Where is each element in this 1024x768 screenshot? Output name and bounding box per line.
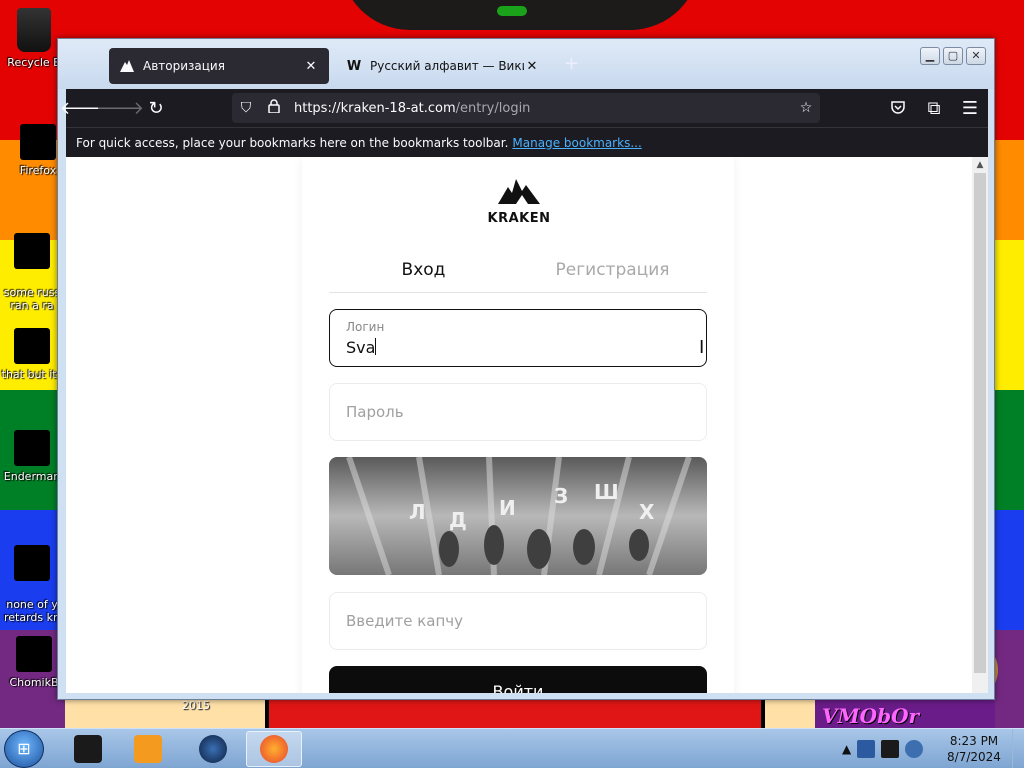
kraken-logo: KRAKEN	[486, 177, 552, 227]
minimize-button[interactable]: ▁	[920, 47, 940, 65]
firefox-icon	[260, 735, 288, 763]
captcha-char: Ш	[594, 480, 619, 504]
show-desktop-button[interactable]	[1012, 729, 1024, 768]
login-label: Логин	[346, 320, 385, 334]
captcha-placeholder: Введите капчу	[346, 612, 464, 630]
scroll-up-icon[interactable]: ▲	[972, 157, 988, 173]
file-icon	[14, 328, 50, 364]
login-card: KRAKEN Вход Регистрация Логин Sva I Паро…	[302, 157, 734, 693]
close-window-button[interactable]: ✕	[966, 47, 986, 65]
bookmarks-toolbar: For quick access, place your bookmarks h…	[66, 127, 988, 157]
captcha-char: Л	[409, 500, 426, 524]
start-button[interactable]: ⊞	[4, 730, 44, 768]
tab-register[interactable]: Регистрация	[518, 255, 707, 292]
system-tray: ▲	[842, 729, 952, 768]
file-icon	[14, 233, 50, 269]
clock-time: 8:23 PM	[949, 734, 999, 748]
captcha-image: Л Д И З Ш Х	[329, 457, 707, 575]
password-placeholder: Пароль	[346, 403, 404, 421]
bookmark-star-icon[interactable]: ☆	[792, 100, 820, 116]
taskbar-globe-app[interactable]	[185, 731, 241, 767]
tab-title: Русский алфавит — Википеди	[370, 59, 524, 73]
wikipedia-icon: W	[346, 58, 362, 74]
desktop-icon-label: Enderman	[3, 470, 61, 483]
close-icon[interactable]: ✕	[524, 59, 540, 74]
url-bar[interactable]: ⛉ https://kraken-18-at.com/entry/login ☆	[232, 93, 820, 123]
captcha-char: З	[554, 484, 568, 508]
password-field[interactable]: Пароль	[329, 383, 707, 441]
browser-window: Авторизация ✕ W Русский алфавит — Википе…	[57, 38, 995, 700]
wallpaper-year-text: 2015	[182, 699, 210, 712]
bookmarks-message: For quick access, place your bookmarks h…	[76, 135, 509, 150]
tray-action-center-icon[interactable]	[857, 740, 876, 758]
file-icon	[14, 545, 50, 581]
media-player-icon	[134, 735, 162, 763]
scrollbar-thumb[interactable]	[974, 173, 986, 673]
ibeam-cursor-icon: I	[699, 337, 705, 358]
taskbar-app-1[interactable]	[60, 731, 116, 767]
kraken-icon	[119, 58, 135, 74]
firefox-icon	[20, 124, 56, 160]
shield-icon[interactable]: ⛉	[232, 100, 260, 116]
pocket-icon[interactable]	[880, 89, 916, 127]
kraken-logo-icon	[498, 179, 540, 204]
recycle-bin-icon	[17, 8, 51, 52]
desktop-icon-label: none of y retards kn	[4, 598, 60, 624]
wallpaper-strip-red	[265, 700, 765, 728]
tray-volume-icon[interactable]	[905, 740, 924, 758]
forward-button[interactable]: 🡒	[96, 89, 144, 127]
desktop-icon-label: that but its	[1, 368, 63, 381]
captcha-char: Х	[639, 500, 655, 524]
login-field[interactable]: Логин Sva	[329, 309, 707, 367]
tab-authorization[interactable]: Авторизация ✕	[109, 48, 329, 84]
app-icon	[74, 735, 102, 763]
maximize-button[interactable]: ▢	[943, 47, 963, 65]
wallpaper-detail	[497, 6, 527, 16]
lock-icon[interactable]	[260, 99, 288, 117]
tray-expand-icon[interactable]: ▲	[842, 742, 851, 756]
taskbar-firefox[interactable]	[246, 731, 302, 767]
close-icon[interactable]: ✕	[303, 59, 319, 74]
desktop-icon-file-1[interactable]: some russ ran a ra	[0, 220, 64, 325]
globe-icon	[199, 735, 227, 763]
login-value: Sva	[346, 338, 377, 357]
clock-date: 8/7/2024	[947, 750, 1001, 764]
auth-tabs: Вход Регистрация	[329, 255, 707, 293]
reload-button[interactable]: ↻	[138, 89, 174, 127]
tab-title: Авторизация	[143, 59, 225, 73]
title-bar: Авторизация ✕ W Русский алфавит — Википе…	[58, 39, 994, 89]
page-content: KRAKEN Вход Регистрация Логин Sva I Паро…	[66, 157, 988, 693]
text-caret	[375, 338, 377, 355]
menu-icon[interactable]: ☰	[952, 89, 988, 127]
file-icon	[14, 430, 50, 466]
page-scrollbar[interactable]: ▲	[972, 157, 988, 693]
tab-login[interactable]: Вход	[329, 255, 518, 292]
extensions-icon[interactable]: ⧉	[916, 89, 952, 127]
desktop-icon-file-2[interactable]: that but its	[0, 328, 64, 381]
submit-button[interactable]: Войти	[329, 666, 707, 693]
logo-wordmark: KRAKEN	[487, 211, 551, 226]
wallpaper-vm-text: VMObOr	[822, 704, 920, 728]
captcha-char: Д	[449, 508, 467, 532]
taskbar: ⊞ ▲ 8:23 PM 8/7/2024	[0, 728, 1024, 768]
tray-network-icon[interactable]	[881, 740, 900, 758]
taskbar-media-player[interactable]	[120, 731, 176, 767]
desktop-icon-label: some russ ran a ra	[3, 286, 61, 312]
captcha-char: И	[499, 496, 516, 520]
nav-bar: 🡐 🡒 ↻ ⛉ https://kraken-18-at.com/entry/l…	[60, 89, 988, 127]
tab-wikipedia[interactable]: W Русский алфавит — Википеди ✕	[336, 48, 550, 84]
file-icon	[16, 636, 52, 672]
desktop-icon-enderman[interactable]: Enderman	[0, 430, 64, 483]
new-tab-button[interactable]: +	[564, 53, 579, 74]
clock[interactable]: 8:23 PM 8/7/2024	[940, 733, 1008, 765]
url-text: https://kraken-18-at.com/entry/login	[294, 100, 531, 116]
desktop-icon-file-3[interactable]: none of y retards kn	[0, 532, 64, 637]
manage-bookmarks-link[interactable]: Manage bookmarks...	[512, 136, 641, 150]
captcha-field[interactable]: Введите капчу	[329, 592, 707, 650]
